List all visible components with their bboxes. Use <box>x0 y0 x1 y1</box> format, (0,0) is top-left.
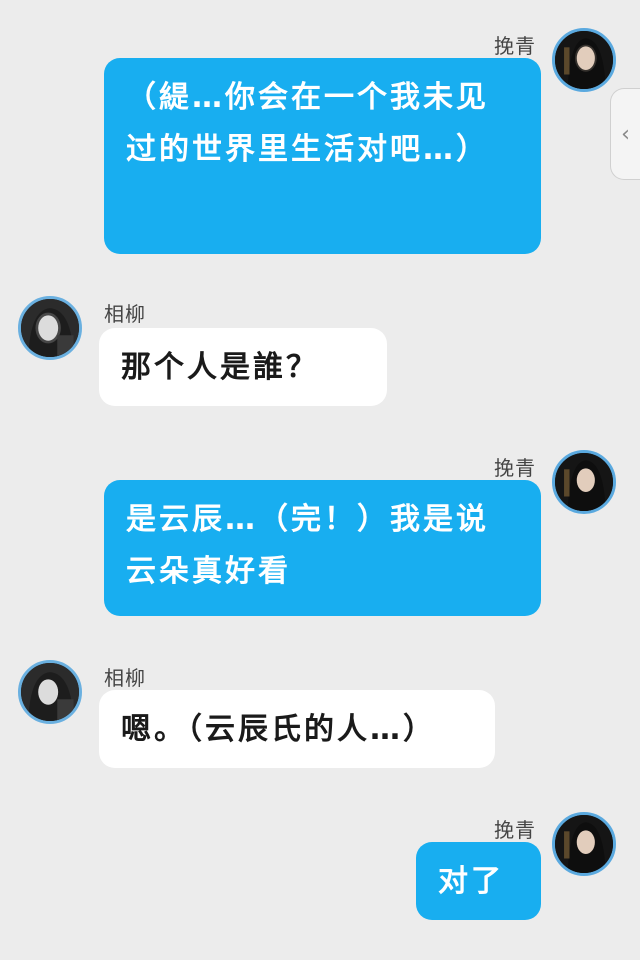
message-text: 那个人是誰？ <box>121 350 319 385</box>
avatar[interactable] <box>552 28 616 92</box>
avatar[interactable] <box>552 812 616 876</box>
avatar[interactable] <box>18 660 82 724</box>
message-bubble[interactable]: 那个人是誰？ <box>99 328 387 406</box>
chevron-left-icon: ‹ <box>621 121 630 147</box>
sender-name: 相柳 <box>104 666 146 690</box>
message-text: （緹…你会在一个我未见过的世界里生活对吧…） <box>126 80 489 167</box>
message-text: 对了 <box>438 864 504 899</box>
side-panel-tab[interactable]: ‹ <box>610 88 640 180</box>
sender-name: 挽青 <box>494 34 536 58</box>
message-bubble[interactable]: 是云辰…（完！）我是说云朵真好看 <box>104 480 541 616</box>
sender-name: 挽青 <box>494 818 536 842</box>
message-bubble[interactable]: 对了 <box>416 842 541 920</box>
sender-name: 相柳 <box>104 302 146 326</box>
avatar[interactable] <box>18 296 82 360</box>
message-bubble[interactable]: （緹…你会在一个我未见过的世界里生活对吧…） <box>104 58 541 254</box>
message-text: 嗯。（云辰氏的人…） <box>121 712 436 747</box>
message-bubble[interactable]: 嗯。（云辰氏的人…） <box>99 690 495 768</box>
sender-name: 挽青 <box>494 456 536 480</box>
message-text: 是云辰…（完！）我是说云朵真好看 <box>126 502 489 589</box>
avatar[interactable] <box>552 450 616 514</box>
